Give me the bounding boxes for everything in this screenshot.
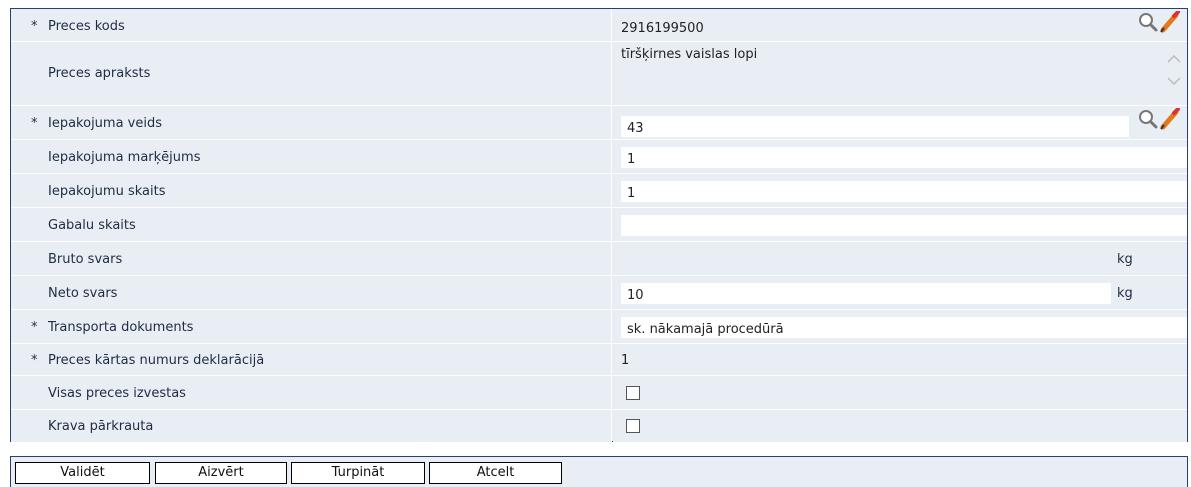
value-cell: [613, 140, 1187, 173]
iepakojuma-veids-input[interactable]: [621, 116, 1129, 137]
row-transporta-dokuments: * Transporta dokuments: [11, 310, 1187, 344]
row-preces-kartas-numurs: * Preces kārtas numurs deklarācijā 1: [11, 344, 1187, 376]
row-visas-preces-izvestas: Visas preces izvestas: [11, 376, 1187, 410]
row-neto-svars: Neto svars kg: [11, 276, 1187, 310]
required-marker: *: [31, 320, 38, 335]
neto-svars-unit: kg: [1117, 286, 1133, 301]
bruto-svars-unit: kg: [1117, 252, 1133, 267]
row-label-cell: * Transporta dokuments: [11, 310, 612, 343]
row-gabalu-skaits: Gabalu skaits: [11, 208, 1187, 242]
goods-item-form: * Preces kods 2916199500 Preces apraksts…: [10, 8, 1188, 442]
row-iepakojumu-skaits: Iepakojumu skaits: [11, 174, 1187, 208]
magnifier-icon[interactable]: [1139, 13, 1158, 32]
row-label-cell: Neto svars: [11, 276, 612, 309]
row-label-cell: * Preces kods: [11, 9, 612, 41]
continue-button[interactable]: Turpināt: [291, 462, 425, 484]
row-label-cell: Bruto svars: [11, 242, 612, 275]
row-label-cell: Gabalu skaits: [11, 208, 612, 241]
row-krava-parkrauta: Krava pārkrauta: [11, 410, 1187, 442]
required-marker: *: [31, 353, 38, 368]
cancel-button[interactable]: Atcelt: [429, 462, 562, 484]
pencil-icon[interactable]: [1160, 10, 1180, 33]
scroll-down-icon[interactable]: [1167, 77, 1181, 86]
label-preces-kartas-numurs: Preces kārtas numurs deklarācijā: [48, 353, 265, 368]
row-label-cell: * Iepakojuma veids: [11, 106, 612, 139]
label-neto-svars: Neto svars: [48, 286, 118, 301]
lookup-edit-icons: [1137, 10, 1183, 33]
label-preces-kods: Preces kods: [48, 19, 125, 34]
value-cell: kg: [613, 276, 1187, 309]
value-cell: kg: [613, 242, 1187, 275]
row-iepakojuma-veids: * Iepakojuma veids: [11, 106, 1187, 140]
label-iepakojuma-markejums: Iepakojuma marķējums: [48, 150, 201, 165]
label-visas-preces-izvestas: Visas preces izvestas: [48, 386, 186, 401]
iepakojumu-skaits-input[interactable]: [621, 181, 1187, 202]
label-bruto-svars: Bruto svars: [48, 252, 123, 267]
description-scrollbar[interactable]: [1165, 48, 1183, 92]
row-preces-apraksts: Preces apraksts tīršķirnes vaislas lopi: [11, 42, 1187, 106]
label-preces-apraksts: Preces apraksts: [48, 66, 151, 81]
iepakojuma-markejums-input[interactable]: [621, 147, 1187, 168]
button-bar: Validēt Aizvērt Turpināt Atcelt: [10, 456, 1188, 487]
value-cell: [613, 310, 1187, 343]
row-iepakojuma-markejums: Iepakojuma marķējums: [11, 140, 1187, 174]
pencil-icon[interactable]: [1160, 107, 1180, 130]
visas-preces-izvestas-checkbox[interactable]: [626, 386, 640, 400]
scroll-up-icon[interactable]: [1167, 54, 1181, 63]
value-cell: [613, 174, 1187, 207]
neto-svars-input[interactable]: [621, 283, 1111, 304]
row-label-cell: * Preces kārtas numurs deklarācijā: [11, 344, 612, 375]
magnifier-icon[interactable]: [1139, 110, 1158, 129]
required-marker: *: [31, 19, 38, 34]
label-gabalu-skaits: Gabalu skaits: [48, 218, 136, 233]
required-marker: *: [31, 116, 38, 131]
label-krava-parkrauta: Krava pārkrauta: [48, 419, 154, 434]
row-label-cell: Iepakojumu skaits: [11, 174, 612, 207]
label-transporta-dokuments: Transporta dokuments: [48, 320, 194, 335]
gabalu-skaits-input[interactable]: [621, 215, 1187, 236]
preces-apraksts-value: tīršķirnes vaislas lopi: [621, 47, 758, 62]
value-cell: 1: [613, 344, 1187, 375]
value-cell: tīršķirnes vaislas lopi: [613, 42, 1187, 105]
value-cell: [613, 376, 1187, 409]
validate-button[interactable]: Validēt: [15, 462, 150, 484]
row-preces-kods: * Preces kods 2916199500: [11, 9, 1187, 42]
preces-kods-value: 2916199500: [621, 21, 704, 36]
row-label-cell: Krava pārkrauta: [11, 410, 612, 442]
row-label-cell: Visas preces izvestas: [11, 376, 612, 409]
label-iepakojumu-skaits: Iepakojumu skaits: [48, 184, 166, 199]
lookup-edit-icons: [1137, 107, 1183, 130]
value-cell: 2916199500: [613, 9, 1187, 41]
row-label-cell: Preces apraksts: [11, 42, 612, 105]
row-bruto-svars: Bruto svars kg: [11, 242, 1187, 276]
row-label-cell: Iepakojuma marķējums: [11, 140, 612, 173]
value-cell: [613, 208, 1187, 241]
close-button[interactable]: Aizvērt: [155, 462, 287, 484]
transporta-dokuments-input[interactable]: [621, 317, 1187, 338]
value-cell: [613, 106, 1187, 139]
krava-parkrauta-checkbox[interactable]: [626, 419, 640, 433]
label-iepakojuma-veids: Iepakojuma veids: [48, 116, 163, 131]
preces-kartas-numurs-value: 1: [621, 353, 630, 368]
value-cell: [613, 410, 1187, 442]
